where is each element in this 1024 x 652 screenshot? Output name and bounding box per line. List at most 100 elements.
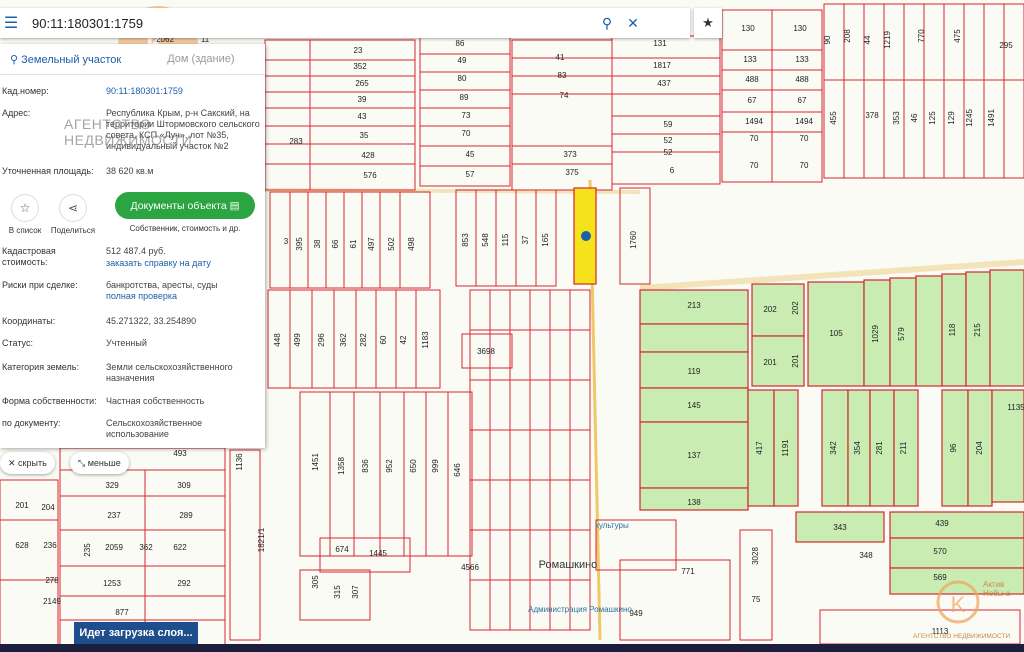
parcel-number-label: 1219 <box>883 31 892 49</box>
parcel-number-label: 548 <box>481 233 490 247</box>
area-label: Уточненная площадь: <box>2 166 94 176</box>
add-to-list-button[interactable]: ☆ В список <box>0 190 50 235</box>
parcel-number-label: 133 <box>795 55 809 64</box>
object-info-panel: ⚲ Земельный участок Дом (здание) Кад.ном… <box>0 44 265 448</box>
parcel-number-label: 67 <box>748 96 757 105</box>
parcel-number-label: 353 <box>892 111 901 125</box>
search-input[interactable] <box>30 14 594 32</box>
parcel-number-label: 46 <box>910 113 919 122</box>
parcel-number-label: 569 <box>933 573 947 582</box>
close-icon[interactable]: ✕ <box>620 15 646 32</box>
agency-corner-text: АГЕНТСТВО НЕДВИЖИМОСТИ <box>913 633 1010 640</box>
category-value: Земли сельскохозяйственного назначения <box>106 362 233 383</box>
location-marker[interactable] <box>581 231 591 241</box>
parcel-number-label: 67 <box>798 96 807 105</box>
parcel-number-label: 133 <box>743 55 757 64</box>
parcel-number-label: 3028 <box>751 547 760 565</box>
full-check-link[interactable]: полная проверка <box>106 291 261 302</box>
parcel-number-label: 1821/1 <box>257 527 266 552</box>
parcel-number-label: 201 <box>763 358 777 367</box>
share-button[interactable]: ⋖ Поделиться <box>48 190 98 235</box>
parcel-number-label: 1245 <box>965 109 974 127</box>
by-document-label: по документу: <box>2 418 61 428</box>
parcel-number-label: 877 <box>115 608 129 617</box>
parcel-number-label: 1191 <box>781 439 790 457</box>
cad-cost-value: 512 487.4 руб. <box>106 246 166 256</box>
cad-cost-label: Кадастровая стоимость: <box>2 246 56 267</box>
add-to-list-label: В список <box>8 226 42 235</box>
parcel-number-label: 3 <box>284 237 289 246</box>
less-button[interactable]: ⤡ меньше <box>70 452 129 474</box>
parcel-number-label: 281 <box>875 441 884 455</box>
parcel-number-label: 204 <box>975 441 984 455</box>
agency-corner-top-line: Актив <box>983 580 1005 589</box>
parcel-number-label: 215 <box>973 323 982 337</box>
documents-subtitle: Собственник, стоимость и др. <box>129 224 241 233</box>
parcel-number-label: 90 <box>823 35 832 44</box>
parcel-number-label: 129 <box>947 111 956 125</box>
parcel-number-label: 417 <box>755 441 764 455</box>
hide-button[interactable]: ✕ скрыть <box>0 452 55 474</box>
parcel-number-label: 59 <box>664 120 673 129</box>
cad-number-label: Кад.номер: <box>2 86 49 96</box>
parcel-number-label: 493 <box>173 449 187 458</box>
parcel-number-label: 52 <box>664 136 673 145</box>
parcel-number-label: 570 <box>933 547 947 556</box>
parcel-number-label: 202 <box>763 305 777 314</box>
parcel-number-label: 137 <box>687 451 701 460</box>
close-icon: ✕ <box>8 457 19 468</box>
parcel-number-label: 1494 <box>745 117 763 126</box>
parcel-number-label: 342 <box>829 441 838 455</box>
place-label: культуры <box>595 521 629 530</box>
share-label: Поделиться <box>50 226 96 235</box>
parcel-number-label: 2149 <box>43 597 61 606</box>
parcel-number-label: 1451 <box>311 453 320 471</box>
parcel-number-label: 289 <box>179 511 193 520</box>
parcel-number-label: 307 <box>351 585 360 599</box>
status-value: Учтенный <box>106 338 147 348</box>
tab-land-parcel[interactable]: ⚲ Земельный участок <box>0 53 131 66</box>
parcel-number-label: 23 <box>354 46 363 55</box>
parcel-number-label: 576 <box>363 171 377 180</box>
parcel-number-label: 70 <box>750 134 759 143</box>
order-certificate-link[interactable]: заказать справку на дату <box>106 258 261 269</box>
parcel-number-label: 329 <box>105 481 119 490</box>
risks-value: банкротства, аресты, суды <box>106 280 218 290</box>
cad-number-value[interactable]: 90:11:180301:1759 <box>106 86 261 97</box>
layer-loading-status: Идет загрузка слоя... <box>74 622 198 644</box>
parcel-number-label: 38 <box>313 239 322 248</box>
search-bar: ☰ ⚲ ✕ <box>0 8 690 38</box>
parcel-number-label: 211 <box>899 441 908 454</box>
parcel-number-label: 1183 <box>421 331 430 349</box>
by-document-value: Сельскохозяйственное использование <box>106 418 203 439</box>
parcel-number-label: 282 <box>359 333 368 347</box>
menu-icon[interactable]: ☰ <box>0 8 22 38</box>
tab-building[interactable]: Дом (здание) <box>157 53 244 65</box>
search-icon[interactable]: ⚲ <box>594 15 620 32</box>
parcel-number-label: 646 <box>453 463 462 477</box>
documents-button[interactable]: Документы объекта ▤ <box>115 192 255 219</box>
parcel-number-label: 119 <box>688 367 701 376</box>
parcel-number-label: 1135 <box>1007 403 1024 412</box>
parcel-number-label: 204 <box>41 503 55 512</box>
parcel-number-label: 498 <box>407 237 416 251</box>
area-value: 38 620 кв.м <box>106 166 154 176</box>
parcel-number-label: 428 <box>361 151 375 160</box>
parcel-number-label: 165 <box>541 233 550 247</box>
favorite-star-icon[interactable]: ★ <box>694 8 722 38</box>
parcel-number-label: 45 <box>466 150 475 159</box>
ownership-value: Частная собственность <box>106 396 205 406</box>
parcel-number-label: 579 <box>897 327 906 341</box>
parcel-number-label: 650 <box>409 459 418 473</box>
parcel-number-label: 343 <box>833 523 847 532</box>
parcel-number-label: 836 <box>361 459 370 473</box>
parcel-number-label: 125 <box>928 111 937 125</box>
category-label: Категория земель: <box>2 362 79 372</box>
parcel-number-label: 296 <box>317 333 326 347</box>
panel-tabs: ⚲ Земельный участок Дом (здание) <box>0 44 265 75</box>
parcel-number-label: 236 <box>43 541 57 550</box>
parcel-number-label: 208 <box>843 29 852 43</box>
parcel-number-label: 60 <box>379 335 388 344</box>
parcel-number-label: 57 <box>466 170 475 179</box>
parcel-number-label: 35 <box>360 131 369 140</box>
